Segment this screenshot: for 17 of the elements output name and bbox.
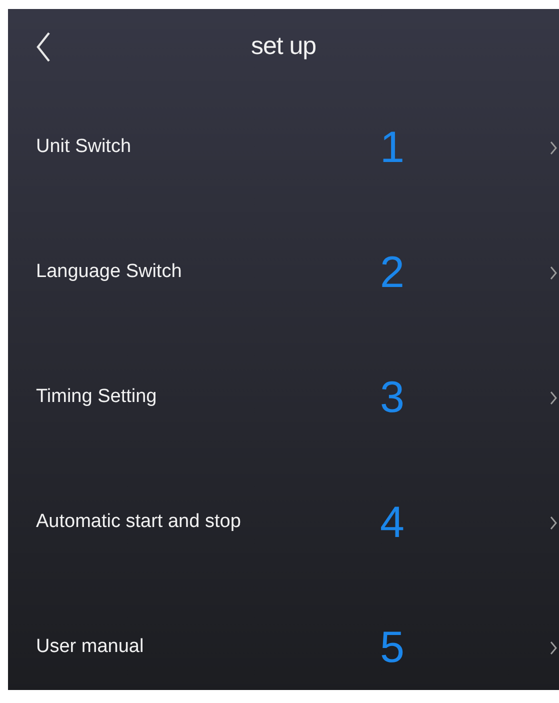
settings-item[interactable]: Timing Setting [36,383,157,412]
settings-item[interactable]: Unit Switch [36,133,132,162]
back-chevron-icon [36,32,50,62]
annotation-number: 3 [380,376,404,420]
annotation-number: 1 [380,126,404,170]
annotation-number: 2 [380,250,404,294]
settings-item[interactable]: User manual [36,633,144,662]
settings-item[interactable]: Automatic start and stop [36,508,241,537]
chevron-right-icon [550,390,557,404]
chevron-right-icon [550,140,557,154]
screen-title: set up [250,31,316,62]
annotation-number: 4 [380,500,404,544]
chevron-right-icon [550,266,557,280]
chevron-right-icon [550,516,557,530]
settings-item[interactable]: Language Switch [36,258,182,287]
annotation-number: 5 [380,626,404,670]
chevron-right-icon [550,640,557,654]
